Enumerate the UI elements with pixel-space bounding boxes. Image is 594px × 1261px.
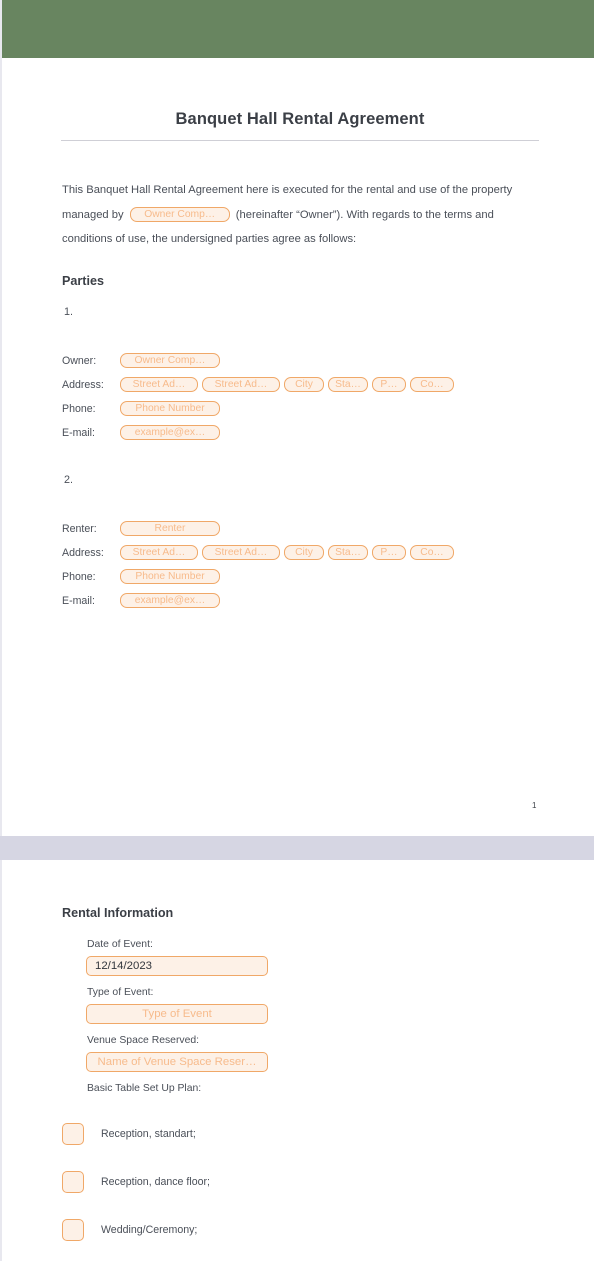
renter-email-input[interactable]: example@ex… xyxy=(120,593,220,608)
party-1-email-row: E-mail: example@ex… xyxy=(62,424,220,441)
setup-option-row-3[interactable]: Wedding/Ceremony; xyxy=(62,1219,197,1241)
renter-street-2-input[interactable]: Street Ad… xyxy=(202,545,280,560)
intro-paragraph: This Banquet Hall Rental Agreement here … xyxy=(62,178,532,252)
owner-postal-input[interactable]: P… xyxy=(372,377,406,392)
party-2-email-fields: example@ex… xyxy=(120,593,220,608)
party-2-renter-row: Renter: Renter xyxy=(62,520,220,537)
party-1-owner-label: Owner: xyxy=(62,354,97,367)
page-separator xyxy=(0,836,594,860)
date-of-event-input[interactable]: 12/14/2023 xyxy=(86,956,268,976)
venue-space-reserved-label: Venue Space Reserved: xyxy=(87,1035,200,1046)
party-2-phone-fields: Phone Number xyxy=(120,569,220,584)
document-page-1: Banquet Hall Rental Agreement This Banqu… xyxy=(2,0,594,836)
rental-information-heading: Rental Information xyxy=(62,906,174,920)
renter-state-input[interactable]: Sta… xyxy=(328,545,368,560)
owner-state-input[interactable]: Sta… xyxy=(328,377,368,392)
party-2-address-fields: Street Ad… Street Ad… City Sta… P… Co… xyxy=(120,545,454,560)
renter-country-input[interactable]: Co… xyxy=(410,545,454,560)
party-2-phone-row: Phone: Phone Number xyxy=(62,568,220,585)
document-viewport: Banquet Hall Rental Agreement This Banqu… xyxy=(0,0,594,1261)
party-2-address-label: Address: xyxy=(62,546,104,559)
owner-company-input[interactable]: Owner Comp… xyxy=(120,353,220,368)
party-1-address-row: Address: Street Ad… Street Ad… City Sta…… xyxy=(62,376,454,393)
owner-street-2-input[interactable]: Street Ad… xyxy=(202,377,280,392)
page-title: Banquet Hall Rental Agreement xyxy=(175,110,425,128)
setup-option-row-1[interactable]: Reception, standart; xyxy=(62,1123,196,1145)
owner-email-input[interactable]: example@ex… xyxy=(120,425,220,440)
setup-option-label-1: Reception, standart; xyxy=(101,1128,196,1140)
intro-text-after: (hereinafter “Owner”). With regards to t… xyxy=(62,208,494,246)
renter-city-input[interactable]: City xyxy=(284,545,324,560)
party-1-number: 1. xyxy=(64,306,74,318)
setup-option-row-2[interactable]: Reception, dance floor; xyxy=(62,1171,210,1193)
party-1-address-label: Address: xyxy=(62,378,104,391)
setup-option-label-2: Reception, dance floor; xyxy=(101,1176,210,1188)
parties-heading: Parties xyxy=(62,274,105,288)
date-of-event-label: Date of Event: xyxy=(87,939,153,950)
owner-country-input[interactable]: Co… xyxy=(410,377,454,392)
type-of-event-input[interactable]: Type of Event xyxy=(86,1004,268,1024)
checkbox-reception-standart[interactable] xyxy=(62,1123,84,1145)
document-page-2: Rental Information Date of Event: 12/14/… xyxy=(2,860,594,1261)
renter-street-1-input[interactable]: Street Ad… xyxy=(120,545,198,560)
party-2-address-row: Address: Street Ad… Street Ad… City Sta…… xyxy=(62,544,454,561)
party-1-address-fields: Street Ad… Street Ad… City Sta… P… Co… xyxy=(120,377,454,392)
party-2-phone-label: Phone: xyxy=(62,570,96,583)
party-2-renter-fields: Renter xyxy=(120,521,220,536)
owner-street-1-input[interactable]: Street Ad… xyxy=(120,377,198,392)
owner-city-input[interactable]: City xyxy=(284,377,324,392)
party-2-email-label: E-mail: xyxy=(62,594,95,607)
venue-space-reserved-input[interactable]: Name of Venue Space Reser… xyxy=(86,1052,268,1072)
party-1-owner-fields: Owner Comp… xyxy=(120,353,220,368)
header-color-band xyxy=(2,0,594,58)
party-2-number: 2. xyxy=(64,474,74,486)
party-1-phone-label: Phone: xyxy=(62,402,96,415)
checkbox-wedding-ceremony[interactable] xyxy=(62,1219,84,1241)
owner-phone-input[interactable]: Phone Number xyxy=(120,401,220,416)
party-1-phone-row: Phone: Phone Number xyxy=(62,400,220,417)
type-of-event-label: Type of Event: xyxy=(87,987,154,998)
checkbox-reception-dance-floor[interactable] xyxy=(62,1171,84,1193)
inline-owner-company-field[interactable]: Owner Comp… xyxy=(129,207,230,223)
setup-option-label-3: Wedding/Ceremony; xyxy=(101,1224,198,1236)
basic-table-setup-plan-label: Basic Table Set Up Plan: xyxy=(87,1083,202,1094)
title-divider xyxy=(61,140,539,141)
party-2-renter-label: Renter: xyxy=(62,522,97,535)
page-number: 1 xyxy=(532,801,537,810)
renter-name-input[interactable]: Renter xyxy=(120,521,220,536)
party-1-phone-fields: Phone Number xyxy=(120,401,220,416)
renter-postal-input[interactable]: P… xyxy=(372,545,406,560)
party-1-owner-row: Owner: Owner Comp… xyxy=(62,352,220,369)
party-2-email-row: E-mail: example@ex… xyxy=(62,592,220,609)
party-1-email-fields: example@ex… xyxy=(120,425,220,440)
party-1-email-label: E-mail: xyxy=(62,426,95,439)
renter-phone-input[interactable]: Phone Number xyxy=(120,569,220,584)
